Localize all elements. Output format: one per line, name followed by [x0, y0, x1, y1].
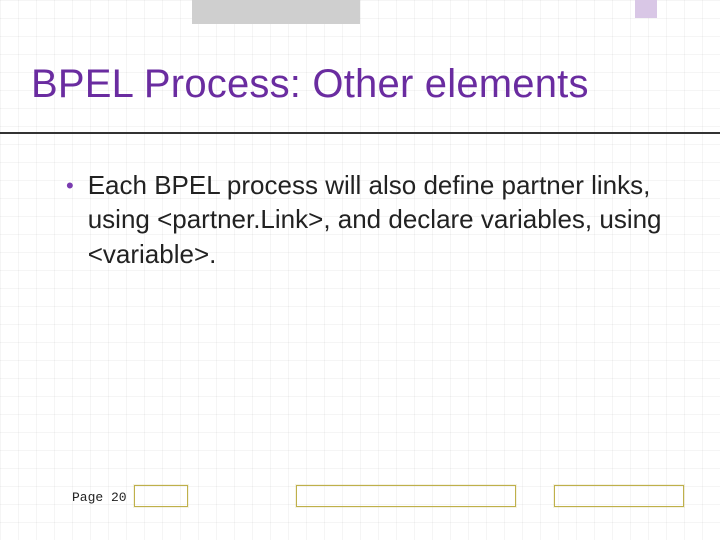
- footer-box-1: [134, 485, 188, 507]
- slide-body: • Each BPEL process will also define par…: [66, 168, 680, 271]
- footer-box-3: [554, 485, 684, 507]
- bullet-icon: •: [66, 168, 74, 203]
- footer-box-2: [296, 485, 516, 507]
- slide-footer: Page 20: [0, 485, 720, 507]
- slide-title: BPEL Process: Other elements: [31, 62, 690, 107]
- slide: BPEL Process: Other elements • Each BPEL…: [0, 0, 720, 540]
- bullet-text: Each BPEL process will also define partn…: [88, 168, 680, 271]
- top-accent-bar: [192, 0, 360, 24]
- bullet-item: • Each BPEL process will also define par…: [66, 168, 680, 271]
- page-number: Page 20: [72, 490, 127, 505]
- top-right-accent: [635, 0, 657, 18]
- title-underline: [0, 132, 720, 134]
